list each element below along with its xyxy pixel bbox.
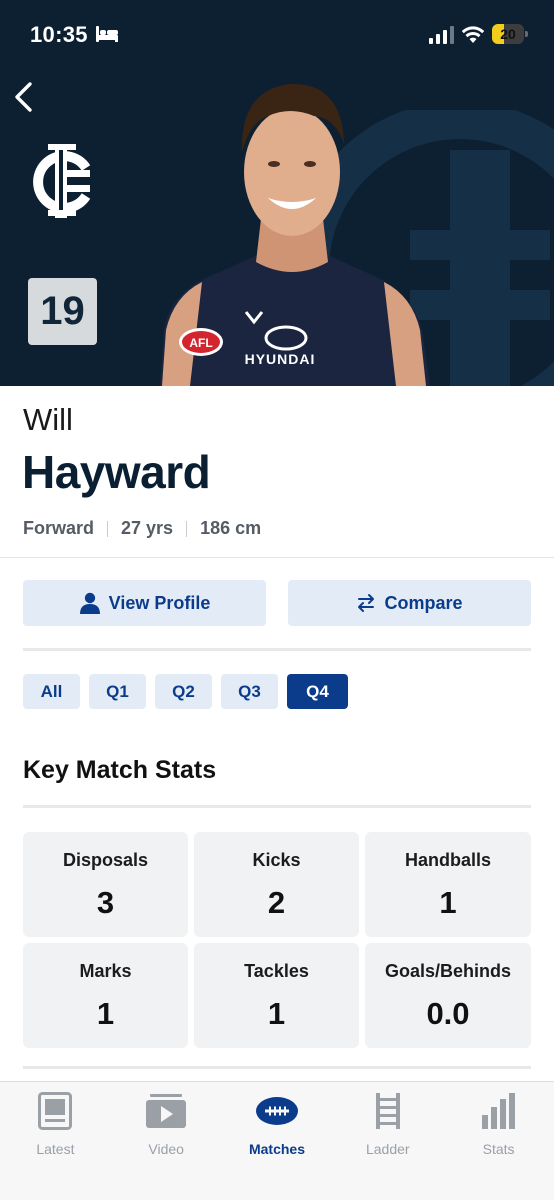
club-logo: [33, 144, 91, 218]
swap-arrows-icon: [358, 594, 375, 612]
bottom-tab-bar: Latest Video Matches Ladder Stats: [0, 1081, 554, 1200]
section-divider: [23, 1066, 531, 1069]
player-meta: Forward 27 yrs 186 cm: [23, 518, 261, 539]
stat-card-kicks: Kicks 2: [194, 832, 359, 937]
meta-separator: [186, 520, 188, 537]
player-header: 10:35 20 19 AFL HYUNDAI: [0, 0, 554, 386]
stat-label: Disposals: [62, 850, 149, 870]
key-stats-grid: Disposals 3 Kicks 2 Handballs 1 Marks 1 …: [23, 832, 531, 1048]
stat-card-marks: Marks 1: [23, 943, 188, 1048]
stat-value: 3: [96, 885, 115, 920]
battery-icon: 20: [492, 24, 528, 44]
player-age: 27 yrs: [121, 518, 174, 538]
jersey-number-badge: 19: [28, 278, 97, 345]
section-divider: [23, 648, 531, 651]
meta-separator: [107, 520, 109, 537]
tab-latest[interactable]: Latest: [0, 1082, 111, 1200]
stat-card-tackles: Tackles 1: [194, 943, 359, 1048]
tab-all[interactable]: All: [23, 674, 80, 709]
view-profile-label: View Profile: [108, 592, 211, 613]
svg-text:AFL: AFL: [189, 336, 212, 350]
svg-text:HYUNDAI: HYUNDAI: [245, 351, 316, 367]
section-divider: [23, 805, 531, 808]
tab-video[interactable]: Video: [111, 1082, 222, 1200]
player-position: Forward: [23, 518, 95, 538]
player-height: 186 cm: [200, 518, 262, 538]
stat-card-goals-behinds: Goals/Behinds 0.0: [365, 943, 531, 1048]
tab-label: Latest: [36, 1141, 75, 1157]
section-divider: [0, 557, 554, 558]
stat-value: 1: [439, 885, 457, 920]
compare-label: Compare: [384, 592, 463, 613]
tab-ladder[interactable]: Ladder: [332, 1082, 443, 1200]
battery-percentage: 20: [500, 26, 516, 42]
stat-card-handballs: Handballs 1: [365, 832, 531, 937]
ladder-icon: [375, 1093, 400, 1129]
tab-label: Video: [148, 1141, 184, 1157]
view-profile-button[interactable]: View Profile: [23, 580, 266, 626]
back-button[interactable]: [8, 80, 38, 114]
tab-q3[interactable]: Q3: [221, 674, 278, 709]
stat-value: 0.0: [426, 996, 470, 1031]
stat-value: 2: [267, 885, 286, 920]
tab-q4[interactable]: Q4: [287, 674, 348, 709]
stat-label: Handballs: [404, 850, 492, 870]
compare-button[interactable]: Compare: [288, 580, 531, 626]
bed-icon: [96, 26, 118, 42]
stat-label: Marks: [79, 961, 132, 981]
player-first-name: Will: [23, 402, 73, 437]
news-icon: [38, 1092, 73, 1130]
person-icon: [79, 592, 100, 614]
status-time: 10:35: [30, 22, 88, 47]
chevron-left-icon: [15, 82, 32, 112]
tab-matches[interactable]: Matches: [222, 1082, 333, 1200]
stat-label: Goals/Behinds: [384, 961, 512, 981]
tab-stats[interactable]: Stats: [443, 1082, 554, 1200]
player-headshot-image: AFL HYUNDAI: [160, 83, 430, 386]
tab-q1[interactable]: Q1: [89, 674, 146, 709]
tab-label: Matches: [248, 1141, 305, 1157]
tab-label: Ladder: [365, 1141, 410, 1157]
stat-card-disposals: Disposals 3: [23, 832, 188, 937]
cellular-signal-icon: [429, 26, 454, 44]
bar-chart-icon: [481, 1093, 515, 1129]
wifi-icon: [461, 26, 485, 43]
play-icon: [146, 1094, 187, 1128]
football-icon: [255, 1097, 298, 1125]
player-last-name: Hayward: [22, 446, 211, 498]
stat-label: Kicks: [252, 850, 301, 870]
stat-label: Tackles: [244, 961, 309, 981]
tab-label: Stats: [482, 1141, 515, 1157]
tab-q2[interactable]: Q2: [155, 674, 212, 709]
quarter-tabs: All Q1 Q2 Q3 Q4: [23, 674, 357, 709]
key-stats-title: Key Match Stats: [23, 756, 217, 784]
stat-value: 1: [267, 996, 286, 1031]
stat-value: 1: [96, 996, 115, 1031]
